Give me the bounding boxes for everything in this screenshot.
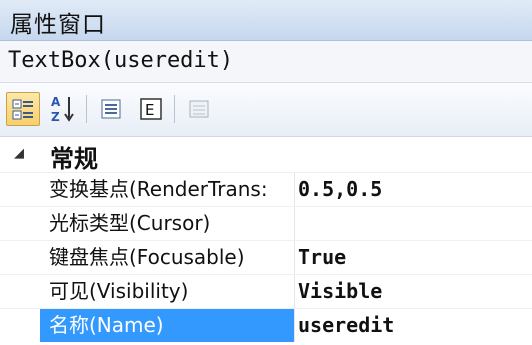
category-row[interactable]: ◢ 常规	[0, 137, 532, 173]
property-pages-button[interactable]	[182, 92, 216, 126]
events-button[interactable]: E	[134, 92, 168, 126]
property-row-selected[interactable]: 名称(Name) useredit	[0, 308, 532, 342]
property-name: 名称(Name)	[40, 309, 295, 342]
window-title: 属性窗口	[10, 12, 106, 38]
property-name: 光标类型(Cursor)	[40, 207, 295, 240]
toolbar: A Z E	[0, 83, 532, 137]
svg-text:A: A	[51, 95, 61, 109]
object-selector[interactable]: TextBox(useredit)	[0, 41, 532, 83]
svg-text:Z: Z	[51, 110, 60, 124]
properties-button[interactable]	[94, 92, 128, 126]
property-grid: ◢ 常规 变换基点(RenderTrans: 0.5,0.5 光标类型(Curs…	[0, 137, 532, 345]
property-value[interactable]: 0.5,0.5	[298, 173, 382, 206]
toolbar-separator	[174, 95, 175, 123]
events-icon: E	[140, 98, 162, 120]
property-row[interactable]: 键盘焦点(Focusable) True	[0, 240, 532, 274]
property-row[interactable]: 变换基点(RenderTrans: 0.5,0.5	[0, 172, 532, 206]
svg-text:E: E	[145, 101, 154, 119]
property-name: 可见(Visibility)	[40, 275, 295, 308]
collapse-arrow-icon[interactable]: ◢	[14, 146, 24, 161]
property-name: 变换基点(RenderTrans:	[40, 173, 295, 206]
category-label: 常规	[50, 145, 98, 173]
property-row[interactable]: 可见(Visibility) Visible	[0, 274, 532, 308]
toolbar-separator	[86, 95, 87, 123]
categorized-button[interactable]	[6, 92, 40, 126]
property-row[interactable]: 光标类型(Cursor)	[0, 206, 532, 240]
sort-alphabetical-icon: A Z	[51, 95, 74, 124]
sort-alphabetical-button[interactable]: A Z	[46, 92, 80, 126]
property-value[interactable]: True	[298, 241, 346, 274]
property-name: 键盘焦点(Focusable)	[40, 241, 295, 274]
categorized-view-icon	[12, 99, 33, 120]
property-value[interactable]: useredit	[298, 309, 394, 342]
object-label: TextBox(useredit)	[8, 48, 234, 73]
property-pages-icon	[189, 100, 209, 118]
properties-list-icon	[101, 99, 121, 119]
window-titlebar: 属性窗口	[0, 0, 532, 41]
property-value[interactable]: Visible	[298, 275, 382, 308]
